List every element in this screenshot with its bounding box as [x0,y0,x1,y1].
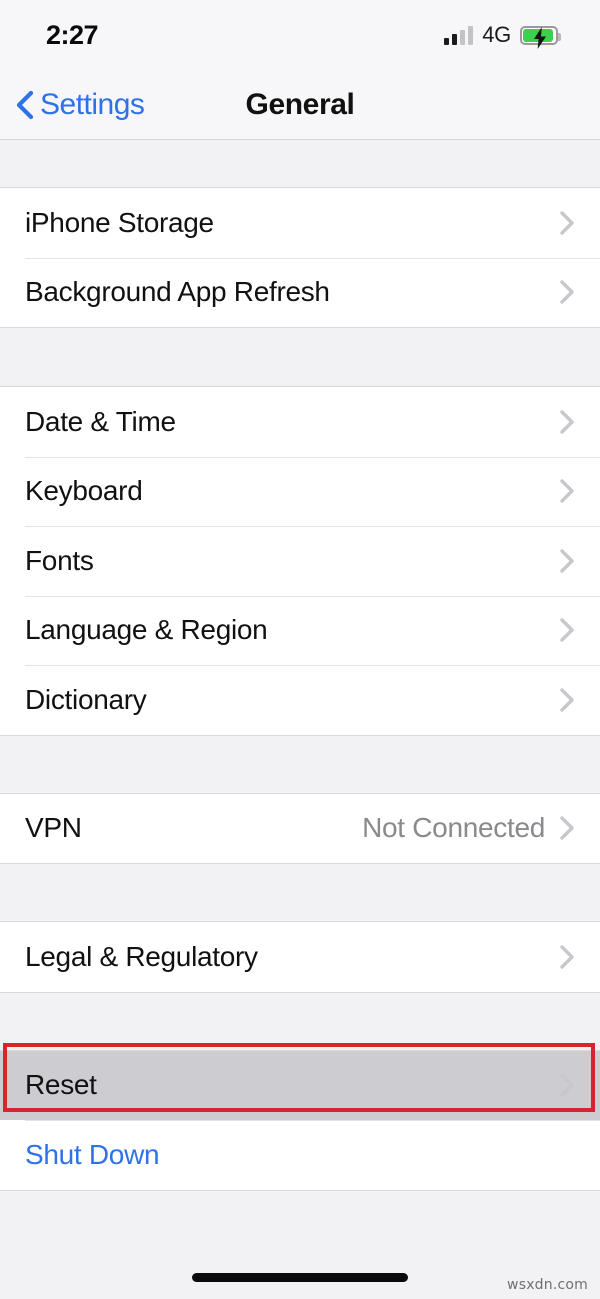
cellular-signal-icon [444,25,474,45]
section-gap [0,328,600,386]
list-item-iphone-storage[interactable]: iPhone Storage [0,188,600,258]
list-item-label: Language & Region [25,614,268,646]
list-item-accessory [559,210,575,236]
home-indicator[interactable] [192,1273,408,1282]
list-item-accessory [559,944,575,970]
storage-section: iPhone Storage Background App Refresh [0,187,600,328]
settings-list[interactable]: iPhone Storage Background App Refresh Date… [0,141,600,1299]
list-item-accessory: Not Connected [362,812,575,844]
list-item-accessory [559,548,575,574]
legal-section: Legal & Regulatory [0,921,600,993]
list-item-accessory [559,1072,575,1098]
chevron-right-icon [559,409,575,435]
list-item-label: Reset [25,1069,97,1101]
list-item-accessory [559,279,575,305]
list-item-label: Keyboard [25,475,143,507]
section-gap [0,141,600,187]
list-item-accessory [559,617,575,643]
list-item-label: Fonts [25,544,94,576]
list-item-label: Background App Refresh [25,276,330,308]
chevron-right-icon [559,548,575,574]
list-item-accessory [559,687,575,713]
chevron-right-icon [559,279,575,305]
page-title: General [245,87,355,121]
section-gap [0,864,600,921]
list-item-fonts[interactable]: Fonts [0,526,600,596]
list-item-reset[interactable]: Reset [0,1050,600,1120]
reset-section: Reset Shut Down [0,1049,600,1191]
list-item-language-and-region[interactable]: Language & Region [0,595,600,665]
watermark: wsxdn.com [507,1277,588,1293]
list-item-label: iPhone Storage [25,206,214,238]
list-item-label: Legal & Regulatory [25,940,258,972]
list-item-label: Shut Down [25,1138,160,1170]
localization-section: Date & Time Keyboard Fonts Language & Regio… [0,386,600,736]
list-item-accessory [559,478,575,504]
list-item-date-and-time[interactable]: Date & Time [0,387,600,457]
chevron-right-icon [559,944,575,970]
list-item-accessory [559,409,575,435]
chevron-right-icon [559,478,575,504]
list-item-legal-and-regulatory[interactable]: Legal & Regulatory [0,922,600,992]
list-item-label: VPN [25,812,82,844]
section-gap [0,735,600,793]
status-bar-indicators: 4G [444,22,561,49]
charging-bolt-icon [532,26,548,53]
status-bar-clock: 2:27 [46,19,99,50]
chevron-right-icon [559,815,575,841]
list-item-shut-down[interactable]: Shut Down [0,1120,600,1190]
chevron-right-icon [559,210,575,236]
chevron-right-icon [559,687,575,713]
section-gap [0,992,600,1050]
battery-charging-icon [520,25,561,49]
list-item-value: Not Connected [362,812,545,844]
network-type-label: 4G [482,22,511,47]
chevron-right-icon [559,1072,575,1098]
list-item-label: Dictionary [25,683,147,715]
navigation-bar: Settings General [0,70,600,140]
list-item-label: Date & Time [25,405,176,437]
list-item-keyboard[interactable]: Keyboard [0,456,600,526]
vpn-section: VPN Not Connected [0,792,600,864]
list-item-vpn[interactable]: VPN Not Connected [0,793,600,863]
status-bar: 2:27 4G [0,0,600,70]
list-item-dictionary[interactable]: Dictionary [0,665,600,735]
chevron-right-icon [559,617,575,643]
list-item-background-app-refresh[interactable]: Background App Refresh [0,257,600,327]
iphone-settings-screen: 2:27 4G Settings General iPhone Storage … [0,0,600,1299]
